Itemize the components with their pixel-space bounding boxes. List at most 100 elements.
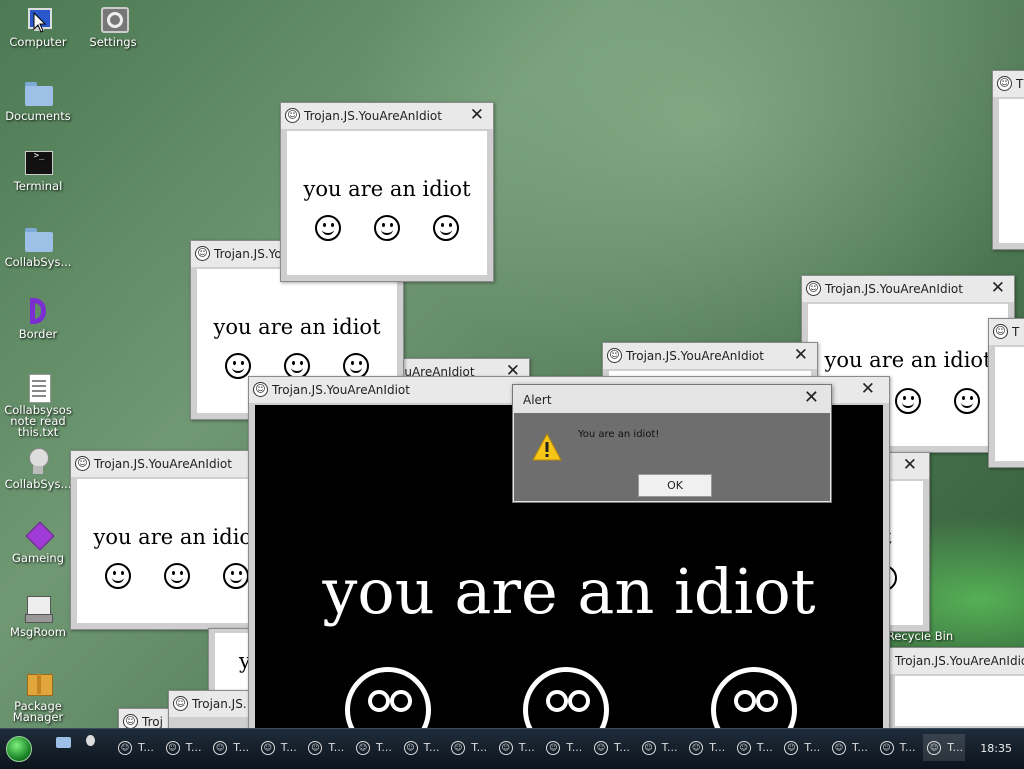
popup-message: you are an idiot (213, 315, 381, 339)
desktop-icon-label: Settings (89, 35, 137, 49)
title-bar[interactable]: Trojan.JS.YouAreAnIdiot (889, 648, 1024, 674)
desktop-icon-collabsys-folder[interactable]: CollabSys... (0, 226, 76, 268)
taskbar-task-button[interactable]: ☺ T... (162, 734, 204, 761)
title-bar[interactable]: ☺ T (989, 319, 1024, 345)
taskbar-task-button[interactable]: ☺ T... (352, 734, 394, 761)
taskbar-task-button[interactable]: ☺ T... (209, 734, 251, 761)
alert-dialog[interactable]: Alert ✕ You are an idiot! OK (512, 384, 832, 503)
popup-window[interactable]: ☺ T (992, 70, 1024, 250)
popup-window[interactable]: ☺ T (988, 318, 1024, 468)
window-title: T (1012, 325, 1020, 339)
desktop-icon-settings[interactable]: Settings (75, 6, 151, 48)
taskbar-task-button[interactable]: ☺ T... (304, 734, 346, 761)
title-bar[interactable]: ☺ Trojan.JS.YouAreAnIdiot ✕ (603, 343, 817, 369)
smiley-icon: ☺ (594, 740, 608, 755)
smiley-face-icon (432, 215, 459, 241)
smiley-icon: ☺ (451, 740, 466, 755)
close-icon[interactable]: ✕ (794, 345, 808, 365)
smiley-icon: ☺ (123, 714, 138, 728)
bulb-icon[interactable] (86, 735, 95, 746)
popup-message: you are an idiot (93, 525, 261, 549)
popup-window[interactable]: ☺ Trojan.JS.YouAreAnIdiot ✕ you are an i… (280, 102, 494, 282)
desktop-icon-border[interactable]: Border (0, 298, 76, 340)
task-label: T... (233, 741, 250, 754)
task-label: T... (947, 741, 964, 754)
task-label: T... (899, 741, 916, 754)
taskbar-task-button[interactable]: ☺ T... (733, 734, 775, 761)
taskbar-task-button[interactable]: ☺ T... (495, 734, 537, 761)
desktop-icon-label: CollabSys... (4, 255, 72, 269)
desktop-icon-note[interactable]: Collabsysos note read this.txt (0, 374, 76, 438)
smiley-icon: ☺ (285, 108, 300, 123)
close-icon[interactable]: ✕ (903, 455, 917, 475)
smiley-icon: ☺ (993, 324, 1008, 339)
taskbar-task-button[interactable]: ☺ T... (923, 734, 966, 761)
taskbar-task-button[interactable]: ☺ T... (447, 734, 489, 761)
window-title: Trojan.JS.YouAreAnIdiot (304, 109, 442, 123)
taskbar-task-button[interactable]: ☺ T... (400, 734, 442, 761)
smiley-icon: ☺ (736, 740, 751, 755)
task-label: T... (756, 741, 773, 754)
smiley-icon: ☺ (997, 76, 1012, 91)
taskbar-task-button[interactable]: ☺ T... (780, 734, 822, 761)
window-title: Trojan.JS.YouAreAnIdiot (895, 654, 1024, 668)
task-label: T... (138, 741, 154, 754)
taskbar-task-button[interactable]: ☺ T... (257, 734, 299, 761)
file-manager-icon[interactable] (56, 737, 71, 748)
task-label: T... (804, 741, 821, 754)
ok-button[interactable]: OK (638, 474, 712, 497)
settings-icon (98, 6, 129, 34)
title-bar[interactable]: ☺ Trojan.JS.YouAreAnIdiot ✕ (281, 103, 493, 129)
smiley-icon: ☺ (546, 740, 561, 755)
smiley-icon: ☺ (356, 740, 370, 755)
close-icon[interactable]: ✕ (991, 278, 1005, 298)
smiley-face-icon (523, 667, 609, 728)
taskbar-task-button[interactable]: ☺ T... (542, 734, 584, 761)
smiley-face-icon (345, 667, 431, 728)
smiley-icon: ☺ (689, 740, 704, 755)
smiley-face-icon (373, 215, 400, 241)
close-icon[interactable]: ✕ (861, 379, 875, 399)
alert-title: Alert (523, 393, 552, 407)
task-label: T... (280, 741, 297, 754)
task-label: T... (661, 741, 678, 754)
msgroom-icon (23, 596, 53, 624)
desktop-icon-package-manager[interactable]: Package Manager (0, 670, 76, 723)
smiley-icon: ☺ (879, 740, 894, 755)
title-bar[interactable]: ☺ Trojan.JS.YouAreAnIdiot ✕ (802, 276, 1014, 302)
window-title: Trojan.JS.You (214, 247, 290, 261)
taskbar-task-button[interactable]: ☺ T... (638, 734, 680, 761)
smiley-face-icon (163, 563, 190, 589)
desktop-icon-terminal[interactable]: >_ Terminal (0, 150, 76, 192)
taskbar-task-button[interactable]: ☺ T... (828, 734, 870, 761)
smiley-row (77, 563, 277, 589)
popup-message: you are an idiot (303, 177, 471, 201)
smiley-icon: ☺ (260, 740, 275, 755)
task-label: T... (423, 741, 440, 754)
clock[interactable]: 18:35 (980, 742, 1012, 755)
taskbar-task-button[interactable]: ☺ T... (590, 734, 632, 761)
close-icon[interactable]: ✕ (804, 387, 819, 408)
task-label: T... (328, 741, 345, 754)
window-title: Trojan.JS. (192, 697, 247, 711)
window-title: Trojan.JS.YouAreAnIdiot (94, 457, 232, 471)
taskbar-task-button[interactable]: ☺ T... (685, 734, 727, 761)
desktop-icon-label: CollabSys... (4, 477, 72, 491)
start-button[interactable] (6, 736, 32, 762)
desktop-icon-gameing[interactable]: Gameing (0, 521, 76, 564)
smiley-icon: ☺ (173, 696, 188, 711)
smiley-icon: ☺ (607, 348, 622, 363)
taskbar-task-button[interactable]: ☺ T... (114, 734, 156, 761)
smiley-icon: ☺ (75, 456, 90, 471)
popup-window[interactable]: Trojan.JS.YouAreAnIdiot (888, 647, 1024, 728)
smiley-row (287, 215, 487, 241)
mouse-cursor-icon (33, 12, 47, 33)
desktop-icon-collabsys[interactable]: CollabSys... (0, 448, 76, 490)
close-icon[interactable]: ✕ (470, 105, 484, 125)
desktop-icon-msgroom[interactable]: MsgRoom (0, 596, 76, 638)
taskbar-task-button[interactable]: ☺ T... (876, 734, 918, 761)
warning-icon (532, 433, 562, 461)
title-bar[interactable]: ☺ T (993, 71, 1024, 97)
desktop-icon-documents[interactable]: Documents (0, 80, 76, 122)
smiley-icon: ☺ (195, 246, 210, 261)
